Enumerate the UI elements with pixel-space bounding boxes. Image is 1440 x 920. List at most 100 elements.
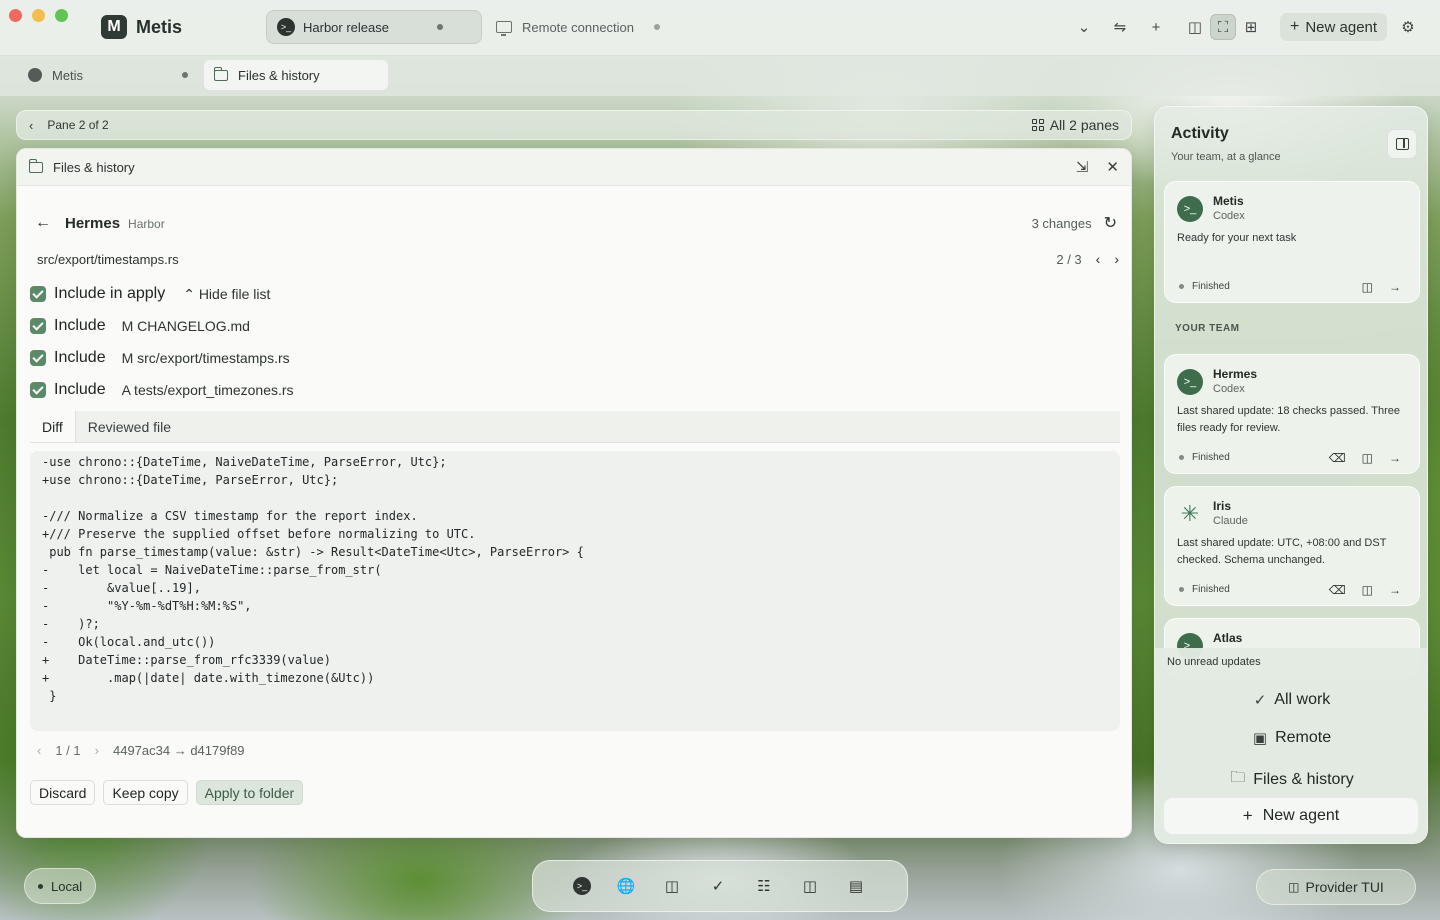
agent-message: Last shared update: UTC, +08:00 and DST …: [1177, 537, 1387, 566]
chevron-right-icon[interactable]: ›: [95, 743, 99, 758]
clear-icon[interactable]: ⌫: [1329, 583, 1346, 597]
collapse-icon[interactable]: ⇲: [1076, 158, 1089, 176]
local-mode-pill[interactable]: Local: [24, 868, 97, 904]
subtab-metis[interactable]: Metis: [18, 60, 198, 90]
file-path-row: src/export/timestamps.rs 2 / 3 ‹ ›: [37, 251, 1119, 267]
diff-line: + DateTime::parse_from_rfc3339(value): [42, 653, 331, 667]
diff-line: -/// Normalize a CSV timestamp for the r…: [42, 509, 418, 523]
include-file-checkbox[interactable]: [30, 318, 46, 334]
arrow-right-icon[interactable]: →: [1389, 280, 1401, 294]
globe-icon[interactable]: 🌐: [615, 875, 637, 897]
close-window-button[interactable]: [9, 9, 22, 22]
grid-view-icon[interactable]: ⊞: [1238, 14, 1264, 40]
agent-card-hermes[interactable]: >_ Hermes Codex Last shared update: 18 c…: [1164, 354, 1420, 474]
inbox-icon[interactable]: ◫: [799, 875, 821, 897]
diff-line: - "%Y-%m-%dT%H:%M:%S",: [42, 599, 252, 613]
action-buttons: Discard Keep copy Apply to folder: [30, 780, 304, 805]
file-name[interactable]: M CHANGELOG.md: [122, 318, 250, 334]
diff-line: - Ok(local.and_utc()): [42, 635, 216, 649]
include-label: Include: [54, 381, 106, 398]
arrow-right-icon[interactable]: →: [1389, 583, 1401, 597]
file-pager-count: 2 / 3: [1056, 251, 1082, 267]
book-icon[interactable]: ▤: [845, 875, 867, 897]
check-circle-icon[interactable]: ✓: [707, 875, 729, 897]
panel-title: Files & history: [53, 159, 135, 175]
app-logo-icon: M: [101, 15, 127, 39]
back-arrow-icon[interactable]: ←: [35, 214, 51, 232]
diff-line: -use chrono::{DateTime, NaiveDateTime, P…: [42, 455, 447, 469]
unread-status: No unread updates: [1167, 656, 1261, 668]
minimize-window-button[interactable]: [32, 9, 45, 22]
tab-diff[interactable]: Diff: [30, 411, 76, 442]
files-history-link[interactable]: 🗀 Files & history: [1155, 767, 1427, 792]
include-file-checkbox[interactable]: [30, 350, 46, 366]
commit-range: 4497ac34 → d4179f89: [112, 743, 245, 758]
focus-view-icon[interactable]: ⛶: [1210, 14, 1236, 40]
dock: >_ 🌐 ◫ ✓ ☷ ◫ ▤: [532, 860, 908, 912]
include-in-apply-checkbox[interactable]: [30, 286, 46, 302]
agent-status: Finished: [1179, 281, 1230, 292]
hierarchy-icon[interactable]: ☷: [753, 875, 775, 897]
terminal-icon: ◫: [1288, 880, 1300, 894]
new-agent-button[interactable]: + New agent: [1280, 13, 1388, 41]
provider-tui-button[interactable]: ◫ Provider TUI: [1256, 869, 1416, 905]
terminal-icon[interactable]: ◫: [1362, 451, 1373, 465]
subtab-status-dot: [182, 72, 188, 78]
chevron-left-icon[interactable]: ‹: [1096, 251, 1101, 267]
activity-title: Activity: [1171, 125, 1229, 142]
apply-to-folder-button[interactable]: Apply to folder: [195, 780, 304, 805]
chevron-down-icon[interactable]: ⌄: [1071, 14, 1097, 40]
sidebar-toggle-icon[interactable]: [1387, 129, 1417, 159]
new-agent-label: New agent: [1262, 807, 1340, 824]
chevron-left-icon[interactable]: ‹: [29, 118, 33, 133]
diff-line: [42, 489, 1108, 507]
remote-link[interactable]: ▣ Remote: [1155, 729, 1427, 747]
all-panes-label: All 2 panes: [1049, 117, 1119, 133]
file-row: Include M CHANGELOG.md: [30, 317, 250, 335]
check-circle-icon: ✓: [1253, 692, 1267, 709]
all-panes-button[interactable]: All 2 panes: [1031, 117, 1119, 133]
arrow-right-icon[interactable]: →: [1389, 451, 1401, 465]
team-section-label: YOUR TEAM: [1175, 323, 1240, 334]
tab-label: Harbor release: [303, 19, 389, 35]
tab-reviewed-file[interactable]: Reviewed file: [76, 411, 183, 442]
discard-button[interactable]: Discard: [30, 780, 96, 805]
diff-line: pub fn parse_timestamp(value: &str) -> R…: [42, 545, 584, 559]
terminal-icon[interactable]: ◫: [1362, 583, 1373, 597]
link-label: All work: [1274, 691, 1331, 708]
include-label: Include: [54, 317, 106, 334]
include-file-checkbox[interactable]: [30, 382, 46, 398]
activity-sidebar: Activity Your team, at a glance >_ Metis…: [1154, 106, 1428, 844]
tab-harbor-release[interactable]: >_ Harbor release: [266, 10, 482, 44]
chevron-right-icon[interactable]: ›: [1114, 251, 1119, 267]
agent-terminal-icon[interactable]: >_: [573, 877, 591, 895]
clear-icon[interactable]: ⌫: [1329, 451, 1346, 465]
agent-name: Metis: [1213, 194, 1244, 208]
project-name: Harbor: [128, 217, 165, 231]
hide-file-list-button[interactable]: ⌃ Hide file list: [183, 286, 270, 303]
chevron-left-icon[interactable]: ‹: [37, 743, 41, 758]
sliders-icon[interactable]: ⇋: [1107, 14, 1133, 40]
terminal-icon[interactable]: ◫: [1362, 280, 1373, 294]
sidebar-new-agent-button[interactable]: + New agent: [1163, 797, 1419, 835]
zoom-window-button[interactable]: [55, 9, 68, 22]
close-icon[interactable]: ✕: [1106, 158, 1119, 176]
plus-icon[interactable]: +: [1143, 14, 1169, 40]
agent-card-metis[interactable]: >_ Metis Codex Ready for your next task …: [1164, 181, 1420, 303]
tab-remote-connection[interactable]: Remote connection: [486, 10, 676, 44]
agent-terminal-icon: >_: [1177, 369, 1203, 395]
refresh-icon[interactable]: ↻: [1104, 213, 1117, 233]
keep-copy-button[interactable]: Keep copy: [103, 780, 188, 805]
link-label: Remote: [1275, 729, 1332, 746]
subtab-files-history[interactable]: Files & history: [204, 60, 388, 90]
pane-indicator: Pane 2 of 2: [47, 118, 109, 132]
gear-icon[interactable]: ⚙: [1395, 14, 1421, 40]
split-view-icon[interactable]: ◫: [1182, 14, 1208, 40]
panel-header: Files & history ⇲ ✕: [17, 149, 1131, 186]
file-name[interactable]: M src/export/timestamps.rs: [122, 350, 290, 366]
agent-card-iris[interactable]: ✳ Iris Claude Last shared update: UTC, +…: [1164, 486, 1420, 606]
file-name[interactable]: A tests/export_timezones.rs: [122, 382, 294, 398]
terminal-icon[interactable]: ◫: [661, 875, 683, 897]
diff-line: +/// Preserve the supplied offset before…: [42, 527, 476, 541]
all-work-link[interactable]: ✓ All work: [1155, 691, 1427, 709]
